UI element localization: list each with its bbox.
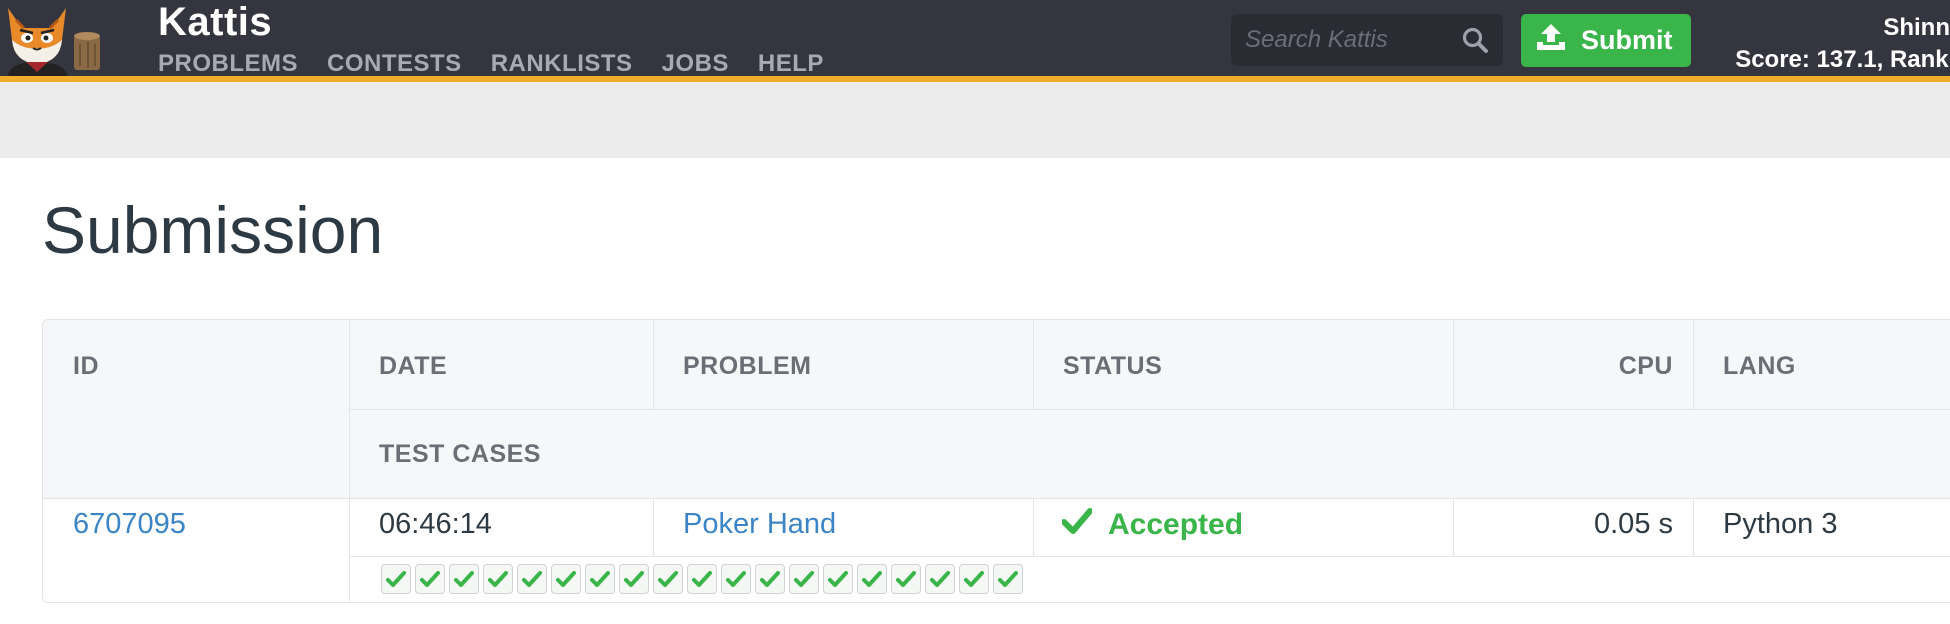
test-case-passed[interactable] (755, 564, 785, 594)
column-divider (1033, 320, 1034, 409)
check-icon (590, 571, 610, 587)
kattis-logo[interactable] (0, 0, 112, 76)
check-icon (386, 571, 406, 587)
submission-table: ID DATE PROBLEM STATUS CPU LANG TEST CAS… (42, 319, 1950, 603)
check-icon (658, 571, 678, 587)
submit-button[interactable]: Submit (1521, 14, 1691, 67)
test-case-passed[interactable] (857, 564, 887, 594)
test-cases-list (381, 564, 1023, 594)
column-divider (1693, 498, 1694, 556)
test-case-passed[interactable] (687, 564, 717, 594)
header-divider (349, 409, 1950, 410)
submission-id-link[interactable]: 6707095 (73, 508, 186, 541)
test-case-passed[interactable] (891, 564, 921, 594)
check-icon (420, 571, 440, 587)
user-score: Score: 137.1, Rank: 45 (1735, 46, 1950, 73)
check-icon (794, 571, 814, 587)
check-icon (454, 571, 474, 587)
language: Python 3 (1723, 508, 1838, 540)
column-header-problem[interactable]: PROBLEM (683, 352, 812, 381)
nav-ranklists[interactable]: RANKLISTS (491, 50, 633, 78)
row-divider (349, 556, 1950, 557)
test-case-passed[interactable] (823, 564, 853, 594)
test-case-passed[interactable] (959, 564, 989, 594)
nav-jobs[interactable]: JOBS (662, 50, 729, 78)
user-info[interactable]: Shinn Score: 137.1, Rank: 45 (1700, 12, 1950, 76)
check-icon (726, 571, 746, 587)
submit-label: Submit (1581, 25, 1673, 55)
test-case-passed[interactable] (585, 564, 615, 594)
test-case-passed[interactable] (517, 564, 547, 594)
main-nav: PROBLEMS CONTESTS RANKLISTS JOBS HELP (158, 50, 853, 78)
column-header-test-cases: TEST CASES (379, 440, 541, 468)
nav-contests[interactable]: CONTESTS (327, 50, 462, 78)
test-case-passed[interactable] (993, 564, 1023, 594)
check-icon (556, 571, 576, 587)
column-divider (349, 320, 350, 602)
search-box (1231, 14, 1503, 66)
test-case-passed[interactable] (551, 564, 581, 594)
test-case-passed[interactable] (619, 564, 649, 594)
check-icon (760, 571, 780, 587)
upload-icon (1535, 22, 1567, 59)
check-icon (896, 571, 916, 587)
top-navbar: Kattis PROBLEMS CONTESTS RANKLISTS JOBS … (0, 0, 1950, 78)
check-icon (488, 571, 508, 587)
test-case-passed[interactable] (381, 564, 411, 594)
nav-problems[interactable]: PROBLEMS (158, 50, 298, 78)
column-header-cpu[interactable]: CPU (1453, 352, 1673, 381)
test-case-passed[interactable] (789, 564, 819, 594)
header-bottom-border (43, 498, 1950, 499)
check-icon (1061, 508, 1108, 542)
status-text: Accepted (1108, 508, 1244, 541)
column-header-id[interactable]: ID (73, 352, 99, 381)
nav-help[interactable]: HELP (758, 50, 824, 78)
check-icon (964, 571, 984, 587)
check-icon (930, 571, 950, 587)
check-icon (692, 571, 712, 587)
status-badge: Accepted (1061, 508, 1244, 542)
test-case-passed[interactable] (483, 564, 513, 594)
user-name[interactable]: Shinn (1700, 12, 1950, 44)
search-input[interactable] (1231, 26, 1451, 54)
test-case-passed[interactable] (415, 564, 445, 594)
cpu-time: 0.05 s (1594, 508, 1673, 540)
page-title: Submission (42, 193, 384, 267)
submission-date: 06:46:14 (379, 508, 492, 540)
search-icon[interactable] (1461, 26, 1489, 54)
check-icon (828, 571, 848, 587)
column-header-lang[interactable]: LANG (1723, 352, 1796, 381)
test-case-passed[interactable] (721, 564, 751, 594)
column-divider (1693, 320, 1694, 409)
column-divider (653, 498, 654, 556)
check-icon (624, 571, 644, 587)
test-case-passed[interactable] (449, 564, 479, 594)
test-case-passed[interactable] (653, 564, 683, 594)
test-case-passed[interactable] (925, 564, 955, 594)
column-divider (1033, 498, 1034, 556)
check-icon (522, 571, 542, 587)
column-header-date[interactable]: DATE (379, 352, 447, 381)
check-icon (862, 571, 882, 587)
column-header-status[interactable]: STATUS (1063, 352, 1162, 381)
brand-title[interactable]: Kattis (158, 0, 272, 45)
problem-link[interactable]: Poker Hand (683, 508, 836, 541)
column-divider (653, 320, 654, 409)
check-icon (998, 571, 1018, 587)
subheader-bar (0, 82, 1950, 158)
